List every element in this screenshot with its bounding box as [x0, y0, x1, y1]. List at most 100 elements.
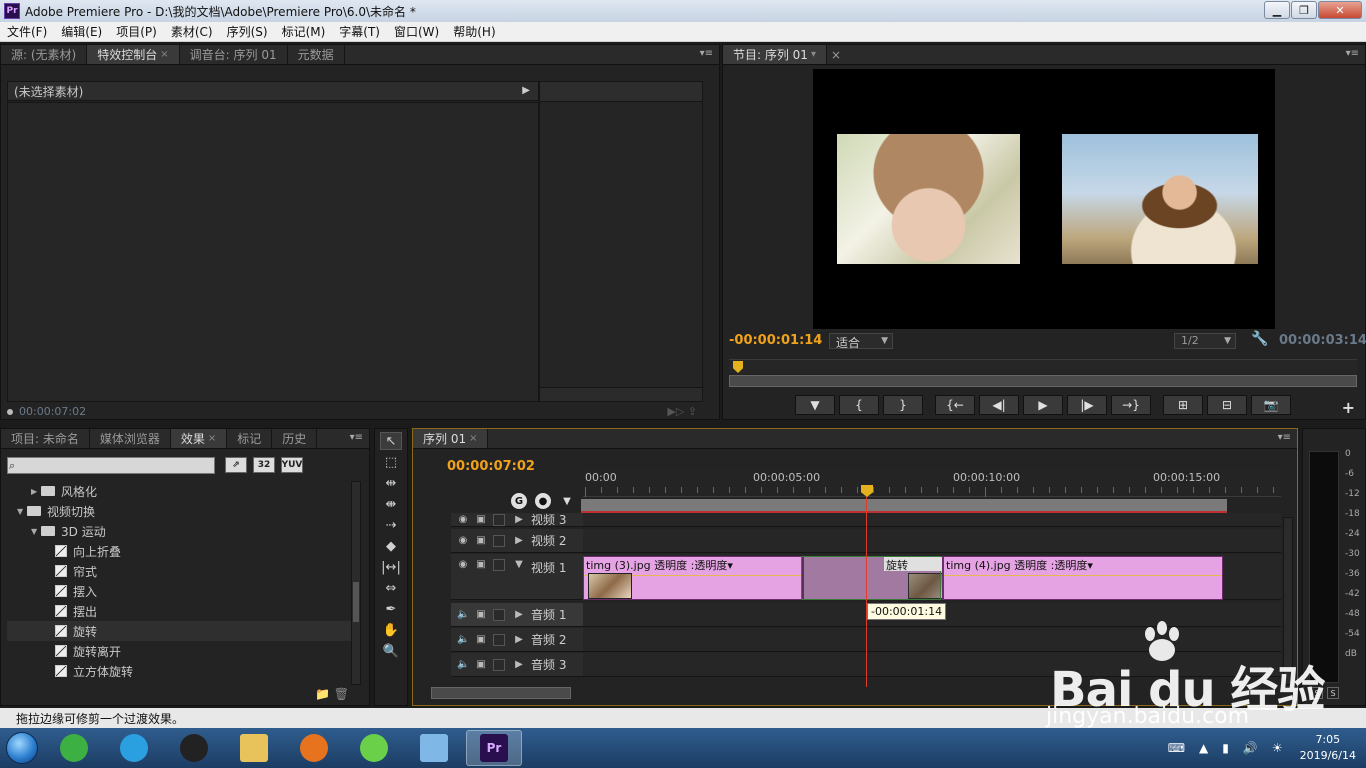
track-video-3[interactable] — [583, 513, 1281, 527]
menu-edit[interactable]: 编辑(E) — [54, 23, 109, 40]
effect-item[interactable]: 旋转离开 — [7, 641, 353, 661]
panel-menu-icon[interactable]: ▾≡ — [700, 48, 713, 59]
snap-icon[interactable]: G — [511, 493, 527, 509]
effect-controls-scrollbar[interactable] — [540, 387, 702, 401]
show-hidden-icons-icon[interactable]: ▲ — [1199, 741, 1208, 755]
go-to-out-button[interactable]: →} — [1111, 395, 1151, 415]
collapse-triangle-icon[interactable]: ▼ — [17, 507, 27, 516]
lock-toggle[interactable] — [493, 608, 505, 621]
slide-tool-icon[interactable]: ⇔ — [380, 579, 402, 597]
new-bin-icon[interactable]: 📁 — [315, 687, 330, 701]
sync-lock-icon[interactable]: ▣ — [475, 634, 487, 645]
timeline-timecode[interactable]: 00:00:07:02 — [447, 459, 535, 474]
32bit-effects-button[interactable]: 32 — [253, 457, 275, 473]
work-area-bar[interactable] — [581, 499, 1227, 513]
rate-stretch-tool-icon[interactable]: ⇢ — [380, 516, 402, 534]
speaker-icon[interactable]: 🔈 — [457, 609, 469, 620]
menu-marker[interactable]: 标记(M) — [275, 23, 333, 40]
step-back-button[interactable]: ◀| — [979, 395, 1019, 415]
lock-toggle[interactable] — [493, 534, 505, 547]
tab-sequence[interactable]: 序列 01 × — [413, 429, 489, 448]
lock-toggle[interactable] — [493, 633, 505, 646]
playback-resolution-select[interactable]: 1/2 ▼ — [1174, 333, 1236, 349]
menu-help[interactable]: 帮助(H) — [446, 23, 502, 40]
expand-triangle-icon[interactable]: ▶ — [513, 514, 525, 525]
go-to-in-button[interactable]: {← — [935, 395, 975, 415]
panel-menu-icon[interactable]: ▾≡ — [350, 432, 363, 443]
marker-button[interactable]: ▼ — [795, 395, 835, 415]
tab-markers[interactable]: 标记 — [227, 429, 273, 448]
zoom-fit-select[interactable]: 适合 ▼ — [829, 333, 893, 350]
speaker-icon[interactable]: 🔈 — [457, 634, 469, 645]
tab-history[interactable]: 历史 — [272, 429, 318, 448]
close-tab-icon[interactable]: × — [469, 433, 477, 444]
close-button[interactable]: ✕ — [1318, 1, 1362, 19]
close-program-tab[interactable]: × — [827, 45, 845, 64]
speaker-icon[interactable]: 🔈 — [457, 659, 469, 670]
track-header-video-2[interactable]: ◉ ▣ ▶ 视频 2 — [451, 529, 583, 553]
effect-item[interactable]: 摆入 — [7, 581, 353, 601]
expand-triangle-icon[interactable]: ▶ — [513, 609, 525, 620]
lift-button[interactable]: ⊞ — [1163, 395, 1203, 415]
menu-clip[interactable]: 素材(C) — [164, 23, 220, 40]
clip-timg-4[interactable]: timg (4).jpg 透明度 :透明度▾ — [943, 556, 1223, 600]
track-select-tool-icon[interactable]: ⬚ — [380, 453, 402, 471]
play-button[interactable]: ▶ — [1023, 395, 1063, 415]
hand-tool-icon[interactable]: ✋ — [380, 621, 402, 639]
sync-lock-icon[interactable]: ▣ — [475, 659, 487, 670]
menu-project[interactable]: 项目(P) — [109, 23, 164, 40]
selection-tool-icon[interactable]: ↖ — [380, 432, 402, 450]
transition-rotate[interactable]: 旋转 — [801, 556, 942, 600]
tab-media-browser[interactable]: 媒体浏览器 — [90, 429, 171, 448]
track-video-2[interactable] — [583, 529, 1281, 553]
maximize-button[interactable]: ❐ — [1291, 1, 1317, 19]
taskbar-app-button[interactable] — [166, 730, 222, 766]
taskbar-app-button[interactable] — [346, 730, 402, 766]
tab-project[interactable]: 项目: 未命名 — [1, 429, 90, 448]
sync-lock-icon[interactable]: ▣ — [475, 609, 487, 620]
delete-icon[interactable]: 🗑 — [334, 687, 349, 701]
set-encore-marker-icon[interactable]: ● — [535, 493, 551, 509]
taskbar-app-button[interactable] — [106, 730, 162, 766]
step-forward-button[interactable]: |▶ — [1067, 395, 1107, 415]
add-marker-icon[interactable]: ▼ — [559, 493, 575, 509]
close-tab-icon[interactable]: × — [208, 433, 216, 444]
expand-triangle-icon[interactable]: ▶ — [513, 535, 525, 546]
effect-item[interactable]: 帘式 — [7, 561, 353, 581]
effects-search-input[interactable] — [7, 457, 215, 474]
tab-audio-mixer[interactable]: 调音台: 序列 01 — [180, 45, 288, 64]
eye-icon[interactable]: ◉ — [457, 514, 469, 525]
panel-menu-icon[interactable]: ▾≡ — [1278, 432, 1291, 443]
program-video-display[interactable] — [813, 69, 1275, 329]
collapse-triangle-icon[interactable]: ▼ — [513, 559, 525, 570]
menu-file[interactable]: 文件(F) — [0, 23, 54, 40]
effects-folder[interactable]: ▼ 视频切换 — [7, 501, 353, 521]
menu-window[interactable]: 窗口(W) — [387, 23, 446, 40]
eye-icon[interactable]: ◉ — [457, 559, 469, 570]
tab-dropdown-icon[interactable]: ▾ — [811, 49, 816, 60]
clip-timg-3[interactable]: timg (3).jpg 透明度 :透明度▾ — [583, 556, 803, 600]
timeline-time-ruler[interactable]: 00:00 00:00:05:00 00:00:10:00 00:00:15:0… — [583, 469, 1281, 497]
effects-scrollbar[interactable] — [351, 481, 361, 685]
clock[interactable]: 7:05 2019/6/14 — [1300, 732, 1356, 764]
razor-tool-icon[interactable]: ◆ — [380, 537, 402, 555]
timeline-horizontal-scrollbar[interactable] — [431, 687, 571, 699]
volume-icon[interactable]: 🔊 — [1243, 741, 1258, 755]
effect-item[interactable]: 立方体旋转 — [7, 661, 353, 681]
taskbar-app-button[interactable]: Pr — [466, 730, 522, 766]
playhead-icon[interactable] — [733, 361, 743, 373]
export-frame-button[interactable]: 📷 — [1251, 395, 1291, 415]
pen-tool-icon[interactable]: ✒ — [380, 600, 402, 618]
mark-in-button[interactable]: { — [839, 395, 879, 415]
track-header-video-3[interactable]: ◉ ▣ ▶ 视频 3 — [451, 513, 583, 527]
effects-folder[interactable]: ▼ 3D 运动 — [7, 521, 353, 541]
battery-icon[interactable]: ▮ — [1222, 741, 1229, 755]
track-header-audio-1[interactable]: 🔈 ▣ ▶ 音频 1 — [451, 603, 583, 627]
mark-out-button[interactable]: } — [883, 395, 923, 415]
sync-lock-icon[interactable]: ▣ — [475, 559, 487, 570]
start-button[interactable] — [0, 728, 44, 768]
effect-item[interactable]: 旋转 — [7, 621, 353, 641]
expand-triangle-icon[interactable]: ▶ — [513, 659, 525, 670]
rolling-edit-tool-icon[interactable]: ⇼ — [380, 495, 402, 513]
lock-toggle[interactable] — [493, 658, 505, 671]
